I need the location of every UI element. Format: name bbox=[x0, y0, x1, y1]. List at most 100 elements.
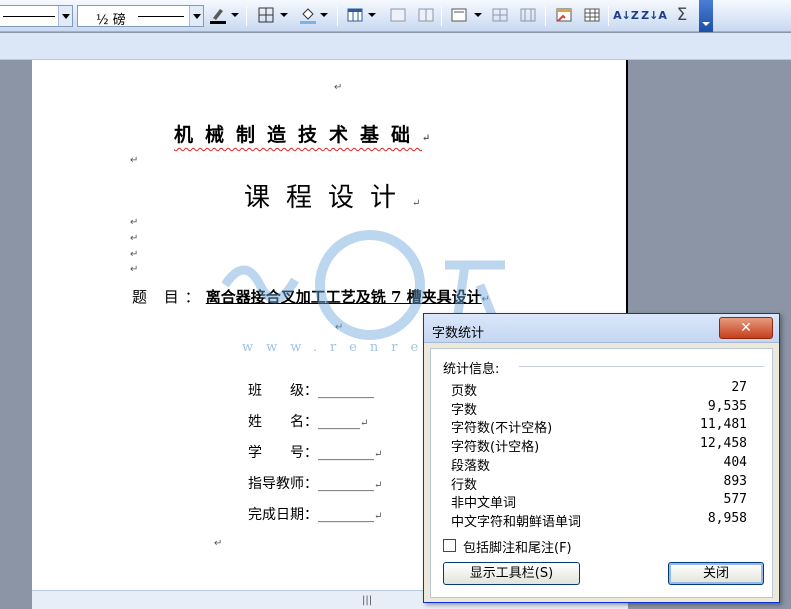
paragraph-mark: ↵ bbox=[214, 538, 223, 549]
paragraph-mark: ↵ bbox=[374, 480, 383, 491]
autoformat-icon[interactable] bbox=[554, 5, 574, 25]
stat-row: 字符数(计空格) 12,458 bbox=[451, 436, 747, 455]
stat-value: 27 bbox=[731, 380, 747, 395]
stat-row: 字数 9,535 bbox=[451, 399, 747, 418]
include-footnotes-label[interactable]: 包括脚注和尾注(F) bbox=[463, 537, 572, 556]
field-label: 指导教师： bbox=[248, 476, 318, 492]
paragraph-mark: ↵ bbox=[422, 133, 431, 144]
include-footnotes-checkbox[interactable] bbox=[443, 539, 456, 552]
toolbar-separator bbox=[608, 6, 609, 26]
table-grid-icon[interactable] bbox=[582, 5, 602, 25]
paragraph-mark: ↵ bbox=[360, 418, 369, 429]
stats-divider bbox=[519, 366, 764, 367]
stat-name: 行数 bbox=[451, 478, 478, 493]
border-color-pen-icon[interactable] bbox=[208, 5, 228, 25]
document-subtitle: 课程设计↵ bbox=[244, 177, 420, 214]
stat-name: 字符数(计空格) bbox=[451, 440, 540, 455]
stat-row: 段落数 404 bbox=[451, 455, 747, 474]
close-icon[interactable]: ✕ bbox=[719, 317, 773, 339]
line-style-combo[interactable] bbox=[0, 5, 73, 27]
paragraph-mark: ↵ bbox=[374, 511, 383, 522]
border-color-dropdown-icon[interactable] bbox=[231, 13, 239, 17]
field-student-id: 学 号：________↵ bbox=[248, 442, 382, 462]
line-style-dropdown-icon[interactable] bbox=[58, 6, 72, 26]
scrollbar-grip-icon[interactable]: ||| bbox=[362, 595, 372, 606]
field-label: 学 号： bbox=[248, 445, 318, 461]
stat-name: 中文字符和朝鲜语单词 bbox=[451, 515, 582, 530]
line-weight-dropdown-icon[interactable] bbox=[189, 6, 203, 26]
field-advisor: 指导教师：________↵ bbox=[248, 473, 382, 493]
document-subtitle-text: 课程设计 bbox=[244, 183, 413, 213]
toolbar-separator bbox=[337, 6, 338, 26]
sort-ascending-icon[interactable]: A↓Z bbox=[613, 5, 639, 25]
toolbar-separator bbox=[441, 6, 442, 26]
paragraph-mark: ↵ bbox=[130, 249, 139, 260]
borders-icon[interactable] bbox=[256, 5, 276, 25]
paragraph-mark: ↵ bbox=[334, 82, 343, 93]
stat-name: 页数 bbox=[451, 384, 478, 399]
shading-dropdown-icon[interactable] bbox=[320, 13, 328, 17]
toolbar-options-chevron-icon[interactable] bbox=[699, 0, 713, 32]
field-completion-date: 完成日期：________↵ bbox=[248, 504, 382, 524]
formatting-toolbar: ½ 磅 A↓Z Z↓A Σ bbox=[0, 0, 791, 32]
align-icon[interactable] bbox=[449, 5, 469, 25]
topic-label: 题 目： bbox=[132, 288, 206, 306]
field-blank: ________ bbox=[318, 476, 374, 492]
paragraph-mark: ↵ bbox=[130, 217, 139, 228]
stat-value: 8,958 bbox=[707, 511, 747, 526]
word-count-dialog: 字数统计 ✕ 统计信息: 页数 27 字数 9,535 字符数(不计空格) 11,48… bbox=[423, 313, 780, 603]
document-title: 机械制造技术基础↵ bbox=[174, 120, 430, 147]
field-label: 姓 名： bbox=[248, 414, 318, 430]
autosum-icon[interactable]: Σ bbox=[672, 5, 692, 25]
distribute-columns-icon[interactable] bbox=[518, 5, 538, 25]
dialog-titlebar[interactable]: 字数统计 ✕ bbox=[424, 314, 779, 343]
paragraph-mark: ↵ bbox=[412, 198, 421, 209]
stat-name: 字符数(不计空格) bbox=[451, 421, 553, 436]
stat-name: 非中文单词 bbox=[451, 496, 517, 511]
stat-row: 行数 893 bbox=[451, 474, 747, 493]
line-weight-value: ½ 磅 bbox=[96, 13, 126, 28]
merge-cells-icon[interactable] bbox=[388, 5, 408, 25]
line-style-preview bbox=[3, 16, 55, 17]
distribute-rows-icon[interactable] bbox=[490, 5, 510, 25]
stat-name: 段落数 bbox=[451, 459, 491, 474]
stat-value: 577 bbox=[723, 492, 747, 507]
borders-dropdown-icon[interactable] bbox=[280, 13, 288, 17]
ruler-band bbox=[0, 33, 791, 60]
close-button[interactable]: 关闭 bbox=[668, 562, 764, 585]
split-cells-icon[interactable] bbox=[416, 5, 436, 25]
field-class: 班 级：________ bbox=[248, 380, 374, 400]
stats-header: 统计信息: bbox=[443, 362, 500, 377]
shading-icon[interactable] bbox=[298, 5, 318, 25]
stat-value: 9,535 bbox=[707, 399, 747, 414]
stat-row: 字符数(不计空格) 11,481 bbox=[451, 417, 747, 436]
toolbar-separator bbox=[545, 6, 546, 26]
paragraph-mark: ↵ bbox=[130, 155, 139, 166]
dialog-title: 字数统计 bbox=[432, 326, 485, 341]
align-dropdown-icon[interactable] bbox=[474, 13, 482, 17]
stat-value: 12,458 bbox=[700, 436, 747, 451]
paragraph-mark: ↵ bbox=[130, 264, 139, 275]
field-blank: ______ bbox=[318, 414, 360, 430]
show-toolbar-button[interactable]: 显示工具栏(S) bbox=[443, 562, 580, 585]
document-title-text: 机械制造技术基础 bbox=[174, 124, 423, 146]
stat-value: 404 bbox=[723, 455, 747, 470]
field-name: 姓 名：______↵ bbox=[248, 411, 368, 431]
line-weight-combo[interactable]: ½ 磅 bbox=[77, 5, 204, 28]
field-blank: ________ bbox=[318, 445, 374, 461]
stat-name: 字数 bbox=[451, 403, 478, 418]
insert-table-icon[interactable] bbox=[345, 5, 365, 25]
field-blank: ________ bbox=[318, 507, 374, 523]
paragraph-mark: ↵ bbox=[130, 233, 139, 244]
stat-row: 非中文单词 577 bbox=[451, 492, 747, 511]
paragraph-mark: ↵ bbox=[374, 449, 383, 460]
stat-row: 页数 27 bbox=[451, 380, 747, 399]
insert-table-dropdown-icon[interactable] bbox=[368, 13, 376, 17]
toolbar-separator bbox=[246, 6, 247, 26]
line-weight-preview bbox=[138, 16, 184, 17]
field-label: 完成日期： bbox=[248, 507, 318, 523]
field-blank: ________ bbox=[318, 383, 374, 399]
dialog-body: 统计信息: 页数 27 字数 9,535 字符数(不计空格) 11,481 字符数(计… bbox=[430, 348, 773, 598]
stat-row: 中文字符和朝鲜语单词 8,958 bbox=[451, 511, 747, 530]
sort-descending-icon[interactable]: Z↓A bbox=[641, 5, 667, 25]
